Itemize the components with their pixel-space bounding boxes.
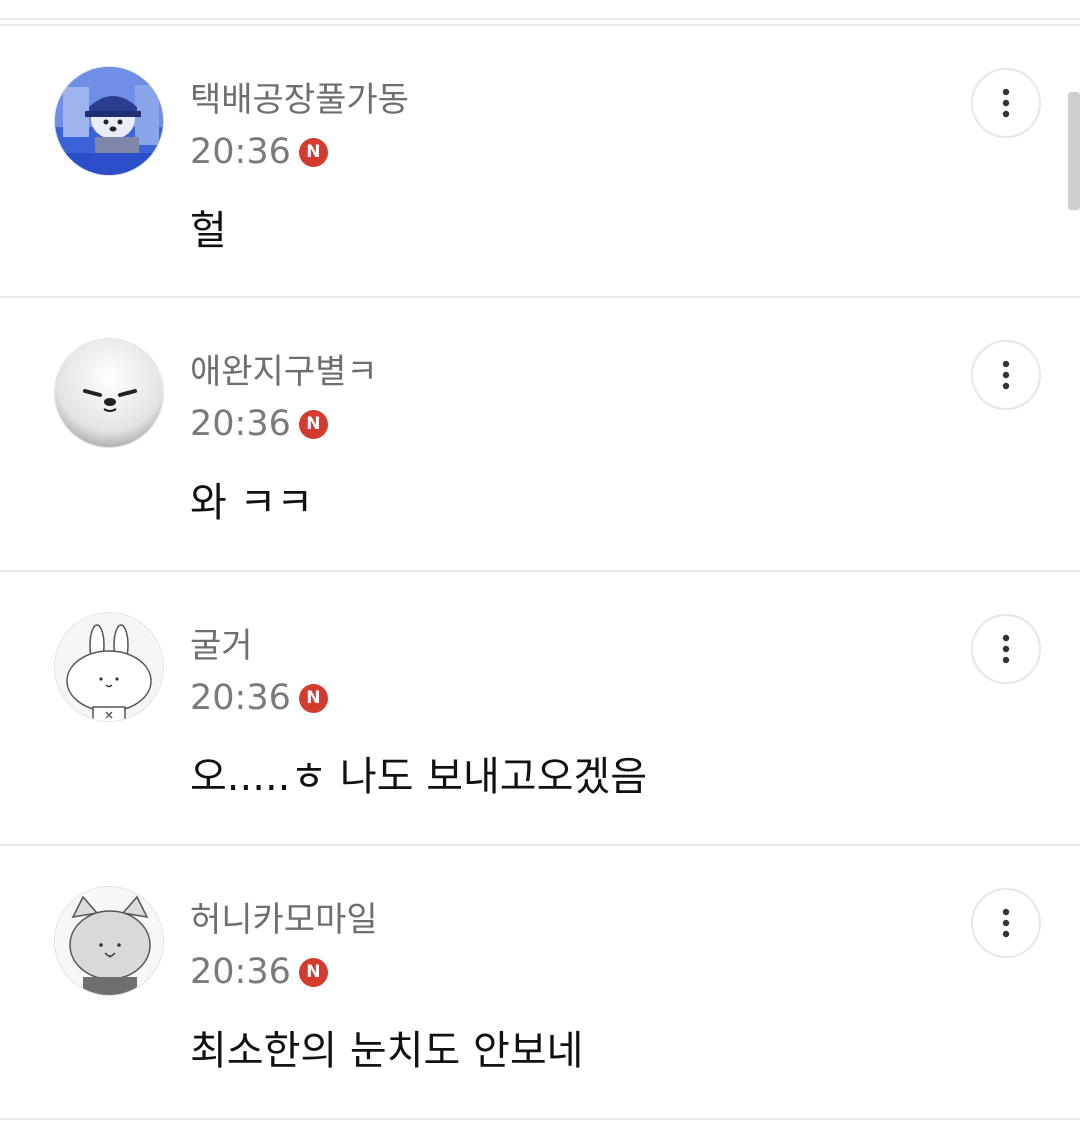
cat-avatar[interactable] (54, 886, 164, 996)
comment-text: 오.....ㅎ 나도 보내고오겠음 (190, 754, 648, 800)
bunny-avatar[interactable] (54, 612, 164, 722)
bottom-divider (0, 1118, 1080, 1120)
comment-meta: 20:36 N (190, 952, 328, 992)
comment-item: 택배공장풀가동 20:36 N 헐 (0, 24, 1080, 298)
more-vertical-icon (1002, 360, 1010, 390)
more-options-button[interactable] (971, 888, 1041, 958)
comment-meta: 20:36 N (190, 132, 328, 172)
more-vertical-icon (1002, 634, 1010, 664)
comment-nickname[interactable]: 굴거 (190, 626, 253, 666)
more-vertical-icon (1002, 908, 1010, 938)
scrollbar-thumb[interactable] (1068, 92, 1080, 210)
comment-nickname[interactable]: 애완지구별ㅋ (190, 352, 378, 392)
comment-item: 허니카모마일 20:36 N 최소한의 눈치도 안보네 (0, 844, 1080, 1118)
new-badge-icon: N (298, 409, 328, 439)
more-options-button[interactable] (971, 340, 1041, 410)
comment-item: 굴거 20:36 N 오.....ㅎ 나도 보내고오겠음 (0, 570, 1080, 844)
comment-text: 와 ㅋㅋ (190, 480, 314, 526)
comment-meta: 20:36 N (190, 678, 328, 718)
new-badge-icon: N (298, 137, 328, 167)
new-badge-icon: N (298, 683, 328, 713)
comment-meta: 20:36 N (190, 404, 328, 444)
comment-nickname[interactable]: 택배공장풀가동 (190, 80, 409, 120)
white-seal-avatar[interactable] (54, 338, 164, 448)
new-badge-icon: N (298, 957, 328, 987)
more-options-button[interactable] (971, 68, 1041, 138)
comment-time: 20:36 (190, 952, 291, 992)
comment-time: 20:36 (190, 678, 291, 718)
more-options-button[interactable] (971, 614, 1041, 684)
top-divider (0, 18, 1080, 20)
comment-time: 20:36 (190, 404, 291, 444)
comment-nickname[interactable]: 허니카모마일 (190, 900, 378, 940)
comment-text: 헐 (190, 208, 227, 254)
more-vertical-icon (1002, 88, 1010, 118)
comment-item: 애완지구별ㅋ 20:36 N 와 ㅋㅋ (0, 296, 1080, 570)
comment-text: 최소한의 눈치도 안보네 (190, 1028, 584, 1074)
dog-cap-photo-avatar[interactable] (54, 66, 164, 176)
comment-time: 20:36 (190, 132, 291, 172)
